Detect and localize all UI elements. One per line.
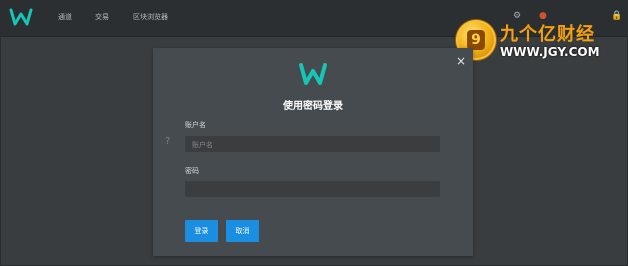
nav-item-label: 通道	[58, 13, 72, 21]
modal-logo-icon	[299, 63, 327, 85]
close-icon[interactable]: ×	[456, 55, 466, 67]
app-logo-icon[interactable]	[9, 8, 33, 26]
nav-item-transactions[interactable]: 交易	[95, 12, 127, 22]
nav-item-label: 区块浏览器	[133, 13, 168, 21]
username-label: 账户名	[185, 121, 206, 129]
nav-item-label: 交易	[95, 13, 109, 21]
password-input[interactable]	[185, 181, 440, 197]
nav-item-block-explorer[interactable]: 区块浏览器	[133, 12, 186, 22]
nav-item-channels[interactable]: 通道	[58, 12, 90, 22]
username-placeholder: 账户名	[192, 141, 213, 149]
cancel-button[interactable]: 取消	[226, 220, 259, 242]
password-label: 密码	[185, 167, 199, 175]
modal-title: 使用密码登录	[283, 101, 343, 112]
username-input[interactable]: 账户名	[185, 136, 440, 152]
login-modal: × 使用密码登录 账户名 ? 账户名 密码 登录 取消	[153, 48, 473, 256]
watermark-brand-cn: 九个亿财经	[500, 24, 595, 45]
watermark-coin-number: 9	[467, 30, 485, 50]
login-button[interactable]: 登录	[185, 220, 218, 242]
lock-icon[interactable]: 🔒	[611, 11, 622, 21]
question-icon[interactable]: ?	[165, 136, 170, 147]
watermark-brand-en: WWW.JGY.COM	[500, 45, 600, 59]
